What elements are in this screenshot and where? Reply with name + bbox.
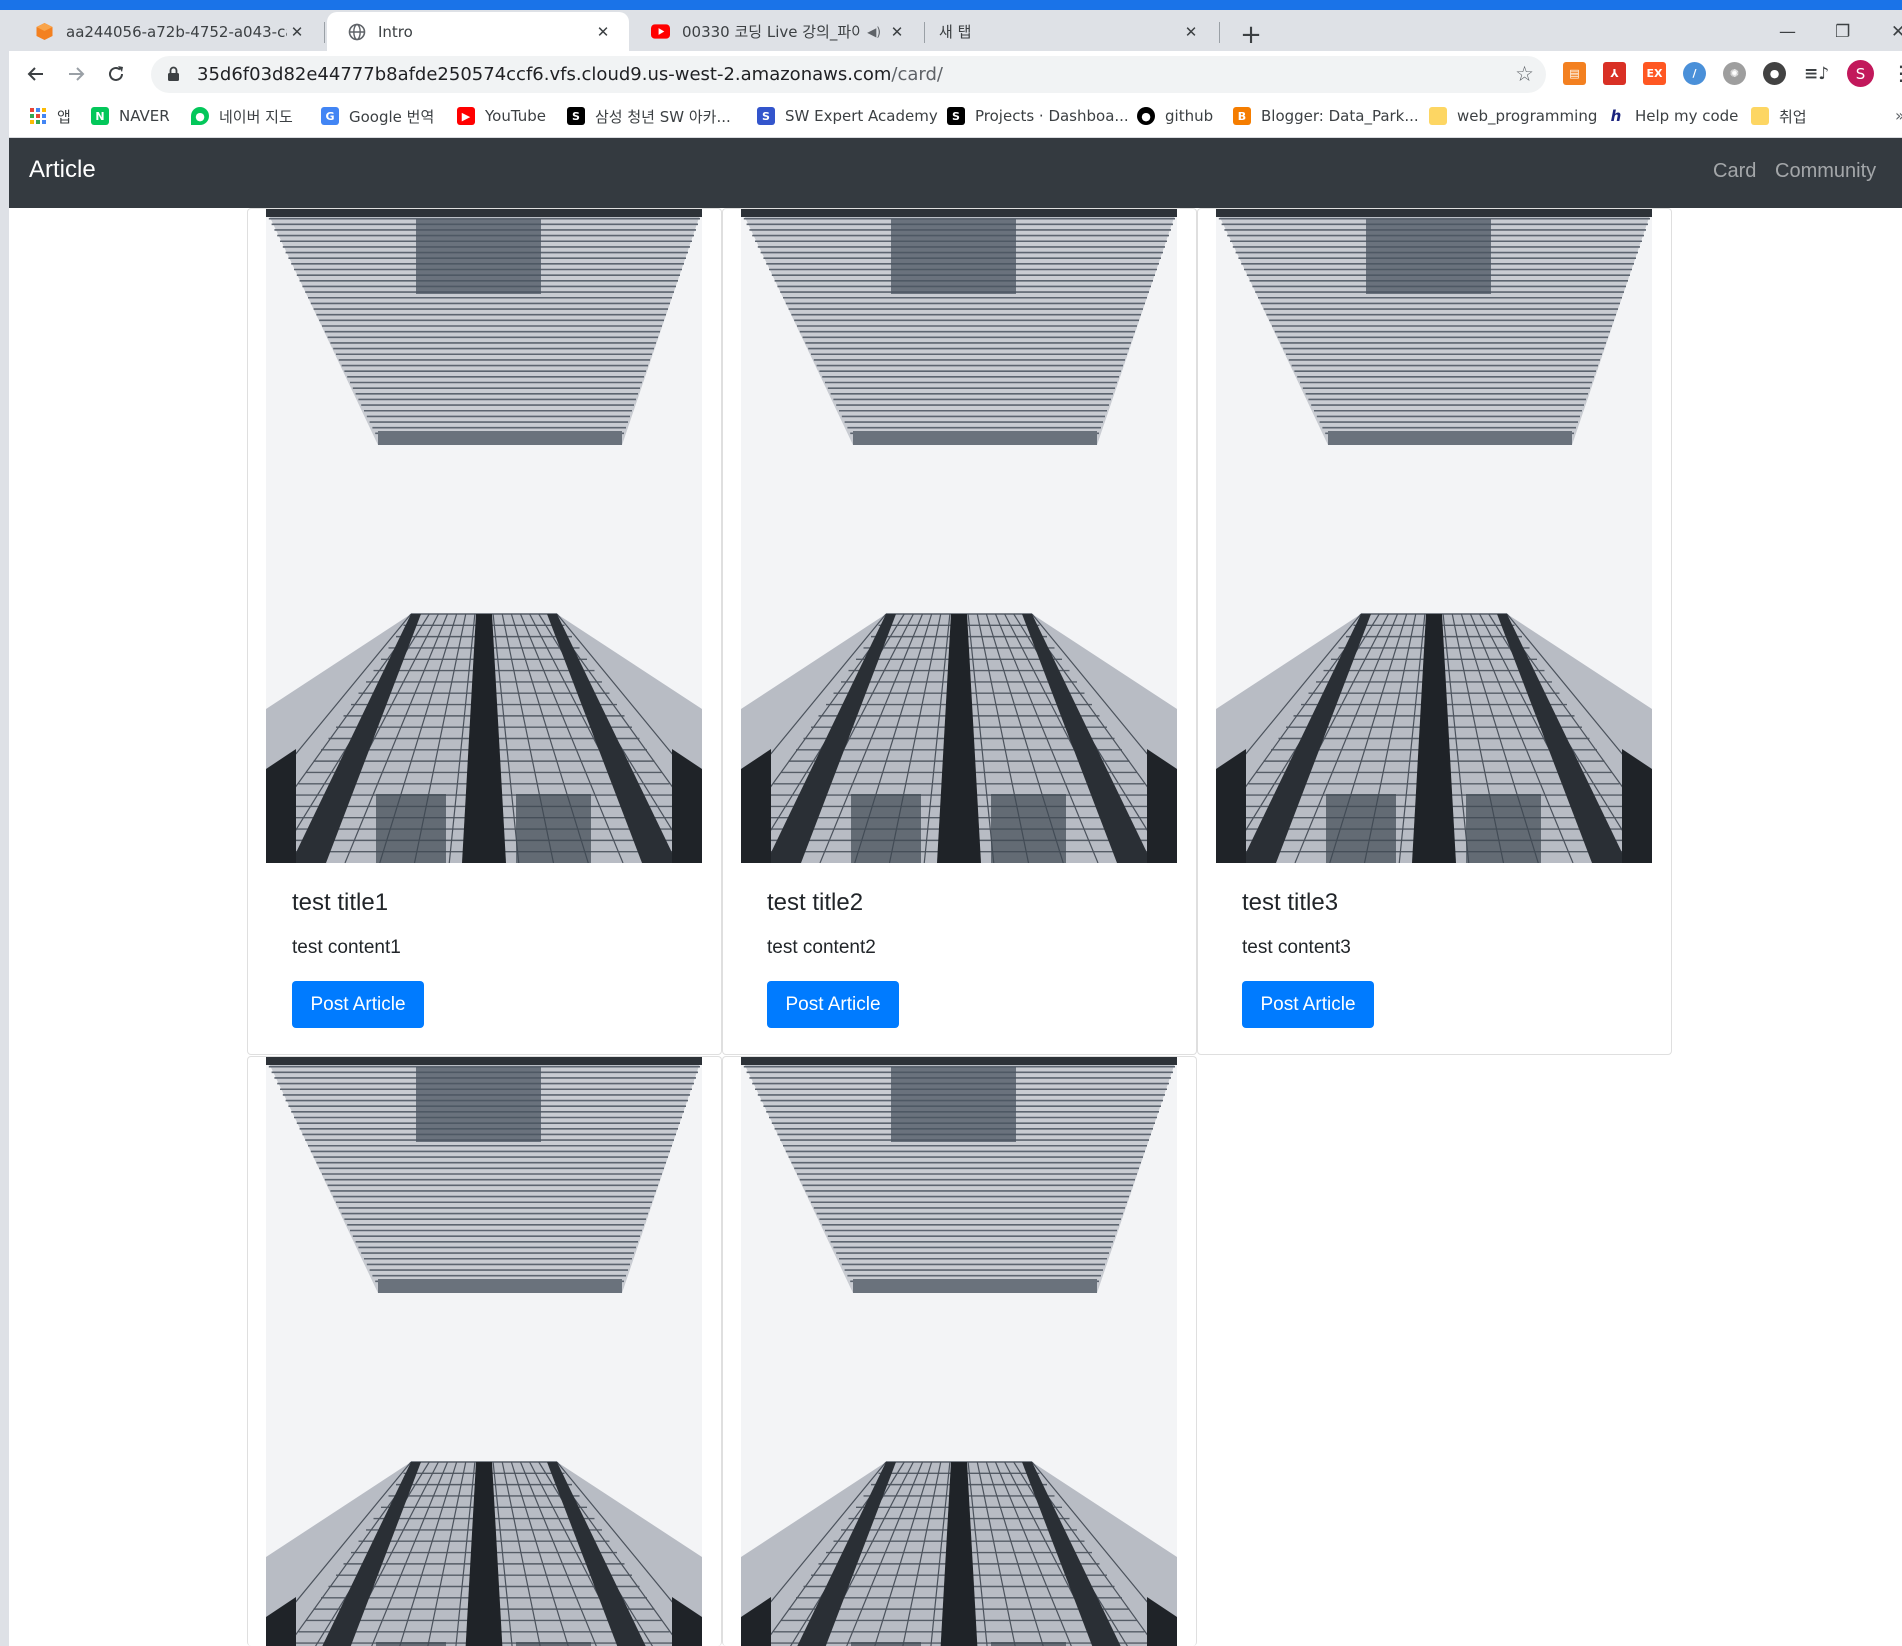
tab-divider bbox=[924, 22, 925, 43]
blogger-icon: B bbox=[1233, 107, 1251, 125]
card-text: test content1 bbox=[292, 937, 401, 958]
bookmark-apps[interactable]: 앱 bbox=[29, 105, 71, 127]
skyscraper-photo bbox=[741, 209, 1177, 863]
bookmark-ssafy[interactable]: S 삼성 청년 SW 아카... bbox=[567, 105, 731, 127]
tab-cloud9[interactable]: aa244056-a72b-4752-a043-ca47 ✕ bbox=[15, 12, 323, 51]
nav-link-card[interactable]: Card bbox=[1713, 160, 1756, 183]
bookmark-github[interactable]: ● github bbox=[1137, 105, 1213, 127]
tab-new[interactable]: 새 탭 ✕ bbox=[927, 12, 1217, 51]
naver-icon: N bbox=[91, 107, 109, 125]
help-my-code-icon: h bbox=[1610, 107, 1622, 125]
bookmarks-overflow-icon[interactable]: » bbox=[1895, 106, 1902, 125]
extension-gear-icon[interactable]: ✺ bbox=[1723, 62, 1746, 85]
minimize-icon[interactable]: — bbox=[1779, 22, 1796, 42]
nav-link-community[interactable]: Community bbox=[1775, 160, 1876, 183]
youtube-icon: ▶ bbox=[457, 107, 475, 125]
folder-icon bbox=[1751, 107, 1769, 125]
extension-layout-icon[interactable]: ▤ bbox=[1563, 62, 1586, 85]
tab-youtube-lecture[interactable]: 00330 코딩 Live 강의_파이썬 ◀) ✕ bbox=[631, 12, 923, 51]
card-text: test content3 bbox=[1242, 937, 1351, 958]
article-card-2: test title2 test content2 Post Article bbox=[722, 208, 1197, 1055]
bookmark-star-icon[interactable]: ☆ bbox=[1515, 62, 1534, 86]
ssafy-icon: S bbox=[567, 107, 585, 125]
window-left-edge bbox=[0, 10, 9, 1646]
tab-divider bbox=[1219, 22, 1220, 43]
article-card-4 bbox=[247, 1056, 722, 1646]
gitlab-projects-icon: S bbox=[947, 107, 965, 125]
youtube-icon bbox=[651, 22, 670, 41]
folder-icon bbox=[1429, 107, 1447, 125]
reload-icon bbox=[109, 66, 123, 81]
tab-strip: aa244056-a72b-4752-a043-ca47 ✕ Intro ✕ 0… bbox=[9, 10, 1902, 51]
extension-feather-icon[interactable]: / bbox=[1683, 62, 1706, 85]
bookmark-youtube[interactable]: ▶ YouTube bbox=[457, 105, 546, 127]
bookmark-blogger[interactable]: B Blogger: Data_Park... bbox=[1233, 105, 1419, 127]
card-image bbox=[741, 209, 1177, 863]
bookmark-naver[interactable]: N NAVER bbox=[91, 105, 170, 127]
window-close-icon[interactable]: ✕ bbox=[1891, 22, 1902, 42]
skyscraper-photo bbox=[741, 1057, 1177, 1646]
extension-circle-icon[interactable]: ● bbox=[1763, 62, 1786, 85]
media-controls-icon[interactable]: ≡♪ bbox=[1804, 62, 1829, 85]
github-icon: ● bbox=[1137, 107, 1155, 125]
card-title: test title1 bbox=[292, 889, 389, 916]
menu-kebab-icon[interactable]: ⋮ bbox=[1891, 61, 1902, 85]
card-title: test title2 bbox=[767, 889, 864, 916]
site-navbar: Article Card Community bbox=[9, 138, 1902, 208]
lock-icon[interactable] bbox=[167, 66, 180, 86]
profile-avatar[interactable]: S bbox=[1847, 60, 1874, 87]
tab-close-icon[interactable]: ✕ bbox=[593, 22, 613, 42]
card-title: test title3 bbox=[1242, 889, 1339, 916]
post-article-button[interactable]: Post Article bbox=[292, 981, 424, 1028]
cloud9-cube-icon bbox=[35, 22, 54, 41]
bookmark-help-my-code[interactable]: h Help my code bbox=[1607, 105, 1739, 127]
tab-divider bbox=[324, 22, 325, 43]
back-button[interactable] bbox=[23, 61, 49, 87]
bookmark-folder-web-programming[interactable]: web_programming bbox=[1429, 105, 1597, 127]
card-image bbox=[266, 1057, 702, 1646]
window-top-accent bbox=[0, 0, 1902, 10]
extension-pdf-icon[interactable]: ⅄ bbox=[1603, 62, 1626, 85]
card-image bbox=[1216, 209, 1652, 863]
forward-button[interactable] bbox=[63, 61, 89, 87]
tab-intro[interactable]: Intro ✕ bbox=[327, 12, 629, 51]
bookmark-swea[interactable]: S SW Expert Academy bbox=[757, 105, 938, 127]
browser-toolbar: 35d6f03d82e44777b8afde250574ccf6.vfs.clo… bbox=[9, 51, 1902, 96]
bookmark-folder-jobs[interactable]: 취업 bbox=[1751, 105, 1807, 127]
reload-button[interactable] bbox=[103, 61, 129, 87]
arrow-left-icon bbox=[27, 67, 43, 81]
arrow-right-icon bbox=[69, 67, 85, 81]
extension-ex-icon[interactable]: EX bbox=[1643, 62, 1666, 85]
bookmark-projects[interactable]: S Projects · Dashboa... bbox=[947, 105, 1129, 127]
post-article-button[interactable]: Post Article bbox=[767, 981, 899, 1028]
bookmarks-bar: 앱 N NAVER ● 네이버 지도 G Google 번역 ▶ YouTube… bbox=[9, 96, 1902, 138]
skyscraper-photo bbox=[266, 209, 702, 863]
new-tab-button[interactable]: + bbox=[1239, 20, 1263, 50]
article-card-3: test title3 test content3 Post Article bbox=[1197, 208, 1672, 1055]
url-text: 35d6f03d82e44777b8afde250574ccf6.vfs.clo… bbox=[197, 64, 943, 85]
post-article-button[interactable]: Post Article bbox=[1242, 981, 1374, 1028]
article-card-5 bbox=[722, 1056, 1197, 1646]
bookmark-google-translate[interactable]: G Google 번역 bbox=[321, 105, 434, 127]
apps-grid-icon bbox=[29, 107, 47, 125]
google-translate-icon: G bbox=[321, 107, 339, 125]
navbar-brand[interactable]: Article bbox=[29, 156, 96, 184]
globe-icon bbox=[347, 22, 366, 41]
card-text: test content2 bbox=[767, 937, 876, 958]
article-card-1: test title1 test content1 Post Article bbox=[247, 208, 722, 1055]
card-image bbox=[266, 209, 702, 863]
audio-playing-icon[interactable]: ◀) bbox=[867, 25, 881, 39]
restore-icon[interactable]: ❐ bbox=[1835, 22, 1850, 42]
address-bar[interactable]: 35d6f03d82e44777b8afde250574ccf6.vfs.clo… bbox=[151, 56, 1546, 93]
card-image bbox=[741, 1057, 1177, 1646]
swea-icon: S bbox=[757, 107, 775, 125]
tab-close-icon[interactable]: ✕ bbox=[1181, 22, 1201, 42]
skyscraper-photo bbox=[266, 1057, 702, 1646]
naver-map-icon: ● bbox=[191, 107, 209, 125]
bookmark-naver-map[interactable]: ● 네이버 지도 bbox=[191, 105, 293, 127]
skyscraper-photo bbox=[1216, 209, 1652, 863]
tab-close-icon[interactable]: ✕ bbox=[287, 22, 307, 42]
tab-close-icon[interactable]: ✕ bbox=[887, 22, 907, 42]
